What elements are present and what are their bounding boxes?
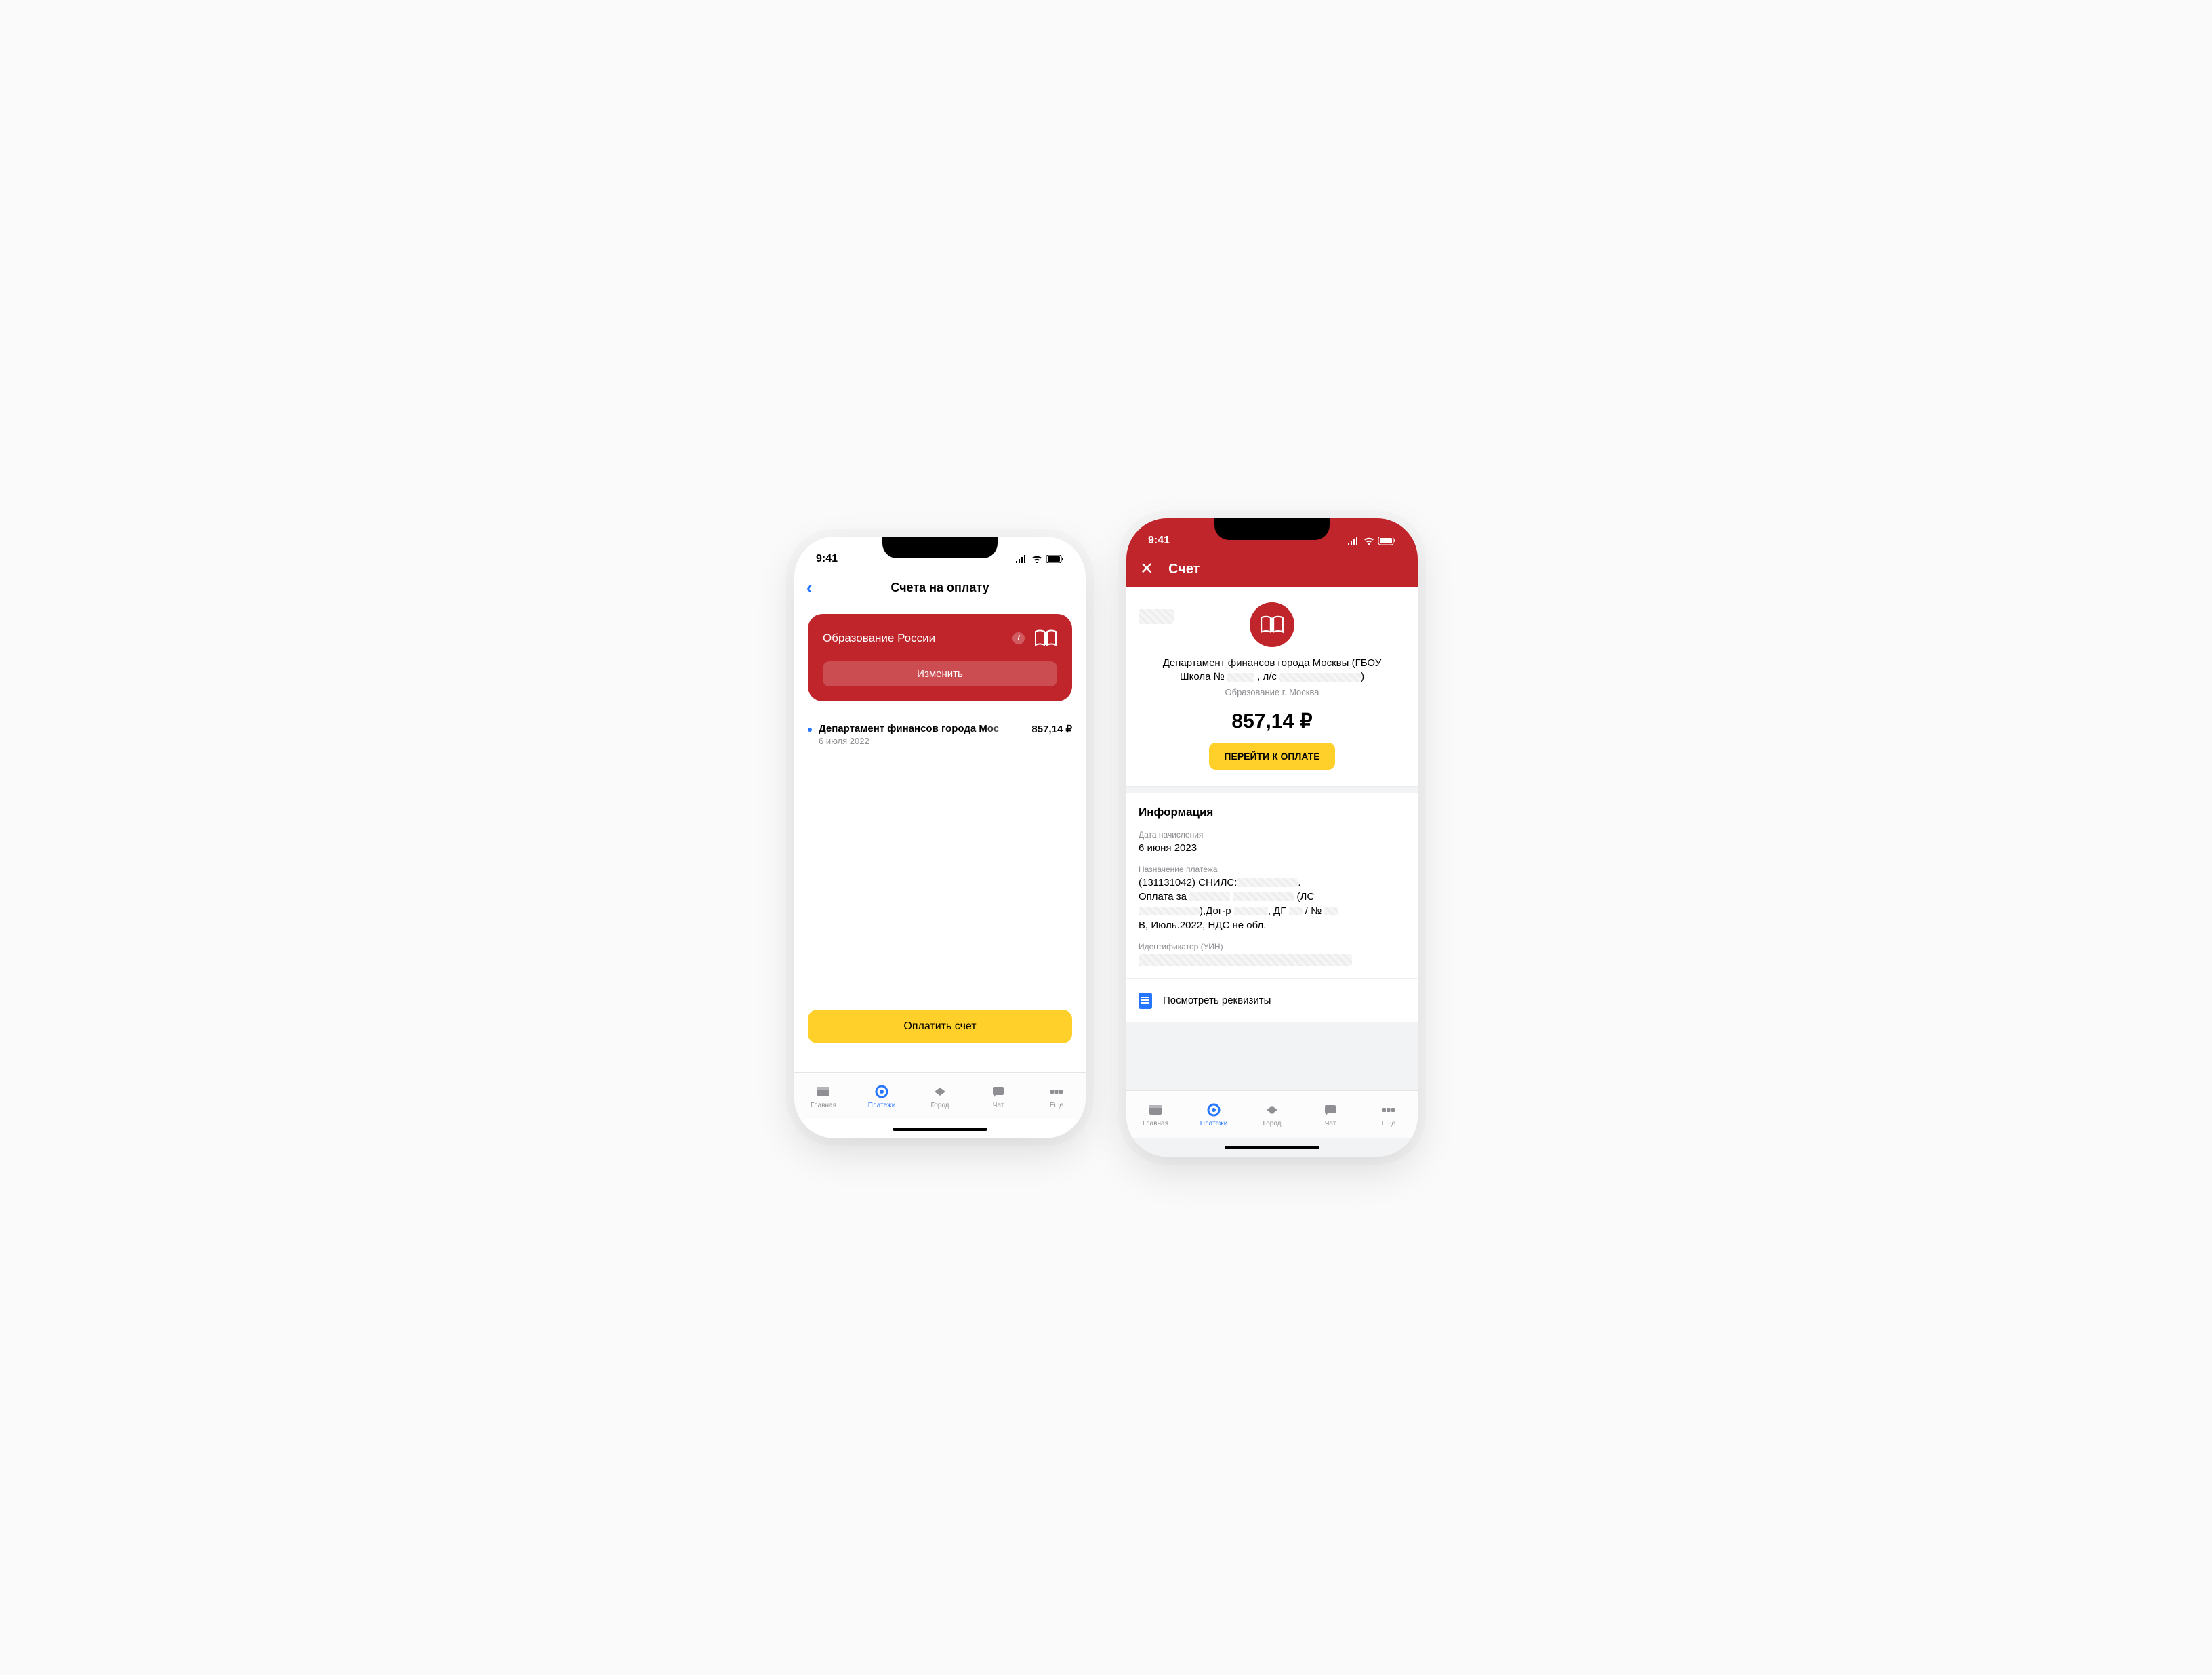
close-button[interactable]: ✕ <box>1140 561 1153 577</box>
invoice-date: 6 июля 2022 <box>819 736 1025 746</box>
tab-more[interactable]: Еще <box>1359 1091 1418 1138</box>
tab-payments[interactable]: Платежи <box>1185 1091 1243 1138</box>
tab-more[interactable]: Еще <box>1027 1073 1086 1119</box>
redacted-field <box>1227 673 1254 682</box>
book-icon <box>1034 629 1057 648</box>
organization-category: Образование г. Москва <box>1139 687 1406 697</box>
redacted-field <box>1237 878 1298 887</box>
info-icon[interactable]: i <box>1012 632 1025 644</box>
tab-home[interactable]: Главная <box>794 1073 853 1119</box>
redacted-field <box>1324 907 1338 915</box>
navbar: ✕ Счет <box>1126 551 1418 587</box>
category-card[interactable]: Образование России i Изменить <box>808 614 1072 701</box>
payment-purpose-label: Назначение платежа <box>1139 865 1406 874</box>
invoice-amount: 857,14 ₽ <box>1031 723 1072 735</box>
unread-dot-icon <box>808 728 812 732</box>
info-heading: Информация <box>1139 806 1406 819</box>
view-requisites-button[interactable]: Посмотреть реквизиты <box>1126 978 1418 1022</box>
tab-bar: Главная Платежи Город Чат Еще <box>794 1072 1086 1119</box>
home-indicator[interactable] <box>794 1119 1086 1138</box>
category-avatar <box>1250 602 1294 647</box>
page-title: Счета на оплату <box>890 581 989 595</box>
book-icon <box>1260 615 1284 635</box>
redacted-field <box>1139 609 1174 624</box>
status-time: 9:41 <box>1148 535 1170 547</box>
tab-bar: Главная Платежи Город Чат Еще <box>1126 1090 1418 1138</box>
accrual-date-value: 6 июня 2023 <box>1139 841 1406 855</box>
redacted-field <box>1233 892 1294 901</box>
back-button[interactable]: ‹ <box>806 579 813 596</box>
redacted-field <box>1139 954 1352 966</box>
tab-city[interactable]: Город <box>1243 1091 1301 1138</box>
notch <box>882 537 998 558</box>
redacted-field <box>1234 907 1268 915</box>
home-indicator[interactable] <box>1126 1138 1418 1157</box>
accrual-date-label: Дата начисления <box>1139 830 1406 840</box>
phone-invoice-detail: 9:41 ✕ Счет Департамент финансов города … <box>1126 518 1418 1157</box>
pay-invoice-button[interactable]: Оплатить счет <box>808 1010 1072 1043</box>
status-time: 9:41 <box>816 553 838 565</box>
change-button[interactable]: Изменить <box>823 661 1057 686</box>
tab-chat[interactable]: Чат <box>969 1073 1027 1119</box>
redacted-field <box>1189 892 1230 901</box>
redacted-field <box>1289 907 1303 915</box>
page-title: Счет <box>1168 562 1200 577</box>
status-icons <box>1015 555 1064 563</box>
phone-invoices-list: 9:41 ‹ Счета на оплату Образование Росси… <box>794 537 1086 1138</box>
category-title: Образование России <box>823 632 1003 645</box>
invoice-header: Департамент финансов города Москвы (ГБОУ… <box>1126 587 1418 787</box>
invoice-title: Департамент финансов города Мос <box>819 723 1025 735</box>
tab-home[interactable]: Главная <box>1126 1091 1185 1138</box>
tab-payments[interactable]: Платежи <box>853 1073 911 1119</box>
invoice-amount: 857,14 ₽ <box>1139 709 1406 733</box>
uin-label: Идентификатор (УИН) <box>1139 942 1406 951</box>
info-section: Информация Дата начисления 6 июня 2023 Н… <box>1126 793 1418 978</box>
redacted-field <box>1279 673 1361 682</box>
navbar: ‹ Счета на оплату <box>794 569 1086 606</box>
payment-purpose-value: (131131042) СНИЛС:. Оплата за (ЛС ),Дог-… <box>1139 875 1406 932</box>
tab-chat[interactable]: Чат <box>1301 1091 1359 1138</box>
invoice-row[interactable]: Департамент финансов города Мос 6 июля 2… <box>808 715 1072 754</box>
tab-city[interactable]: Город <box>911 1073 969 1119</box>
proceed-to-payment-button[interactable]: ПЕРЕЙТИ К ОПЛАТЕ <box>1209 743 1334 770</box>
document-icon <box>1139 993 1152 1009</box>
status-icons <box>1347 537 1396 545</box>
redacted-field <box>1139 907 1200 915</box>
notch <box>1214 518 1330 540</box>
organization-name: Департамент финансов города Москвы (ГБОУ… <box>1139 657 1406 684</box>
